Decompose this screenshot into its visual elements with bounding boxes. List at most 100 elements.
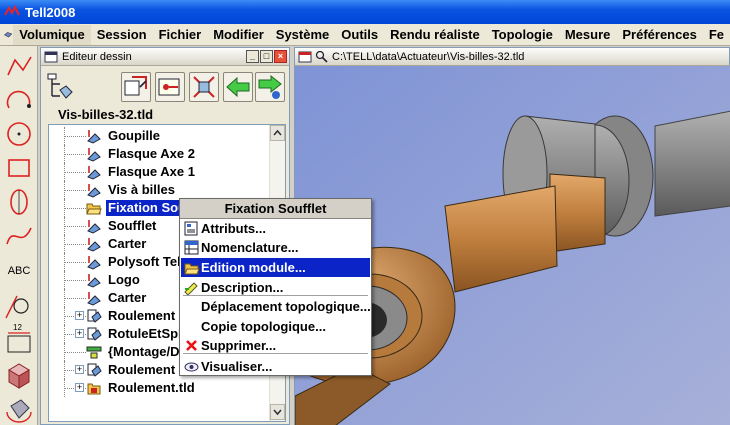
rectangle-icon[interactable] xyxy=(3,152,35,184)
menu-item-label: Copie topologique... xyxy=(201,319,326,334)
tree-line xyxy=(64,154,86,155)
tree-item-label-carter: Carter xyxy=(108,290,147,305)
tree-line xyxy=(64,244,86,245)
tree-item-label-polysoft-tel: Polysoft Tel xyxy=(108,254,181,269)
menu-item-copie-topologique[interactable]: Copie topologique... xyxy=(181,317,370,336)
menu-item-label: Edition module... xyxy=(201,260,306,275)
expand-toggle[interactable]: + xyxy=(75,383,84,392)
menu-item-attributs[interactable]: Attributs... xyxy=(181,219,370,238)
tree-line xyxy=(64,190,86,191)
tree-line xyxy=(64,226,86,227)
properties-button[interactable] xyxy=(155,72,185,102)
app-logo-icon xyxy=(4,5,20,16)
tree-line xyxy=(64,208,86,209)
tree-item-label-soufflet: Soufflet xyxy=(108,218,157,233)
part-icon xyxy=(86,272,102,288)
explode-button[interactable] xyxy=(189,72,219,102)
menu-item-visualiser[interactable]: Visualiser... xyxy=(181,357,370,376)
viewport-title: C:\TELL\data\Actuateur\Vis-billes-32.tld xyxy=(332,50,525,63)
part-icon xyxy=(86,254,102,270)
length-tool[interactable]: 12 xyxy=(3,323,35,356)
assembly-icon xyxy=(86,362,102,378)
expand-toggle[interactable]: + xyxy=(75,311,84,320)
menu-session[interactable]: Session xyxy=(91,25,153,45)
explode-icon xyxy=(193,76,215,98)
tree-item-label-logo: Logo xyxy=(108,272,140,287)
tree-item-label-roulement-tld: Roulement.tld xyxy=(108,380,195,395)
text-icon[interactable]: ABC xyxy=(3,256,35,288)
open-folder-icon xyxy=(86,200,102,216)
key-icon xyxy=(158,78,180,96)
ellipse-icon[interactable] xyxy=(3,186,35,218)
menu-topologie[interactable]: Topologie xyxy=(486,25,559,45)
dimension-icon[interactable] xyxy=(3,290,35,322)
editor-close-button[interactable]: × xyxy=(274,50,287,63)
spline-icon[interactable] xyxy=(3,220,35,252)
menu-modifier[interactable]: Modifier xyxy=(207,25,270,45)
app-titlebar[interactable]: Tell2008 xyxy=(0,0,730,24)
file-icon xyxy=(86,380,102,396)
scroll-down-button[interactable] xyxy=(270,404,285,420)
screen: Tell2008 Volumique Session Fichier Modif… xyxy=(0,0,730,425)
menu-bar: Volumique Session Fichier Modifier Systè… xyxy=(0,24,730,46)
menu-item-deplacement-topologique[interactable]: Déplacement topologique... xyxy=(181,297,371,316)
editor-titlebar[interactable]: Editeur dessin _ □ × xyxy=(41,48,289,66)
menu-item-edition-module[interactable]: Edition module... xyxy=(181,258,370,277)
tree-view-icon[interactable] xyxy=(46,72,76,102)
magnifier-icon xyxy=(315,50,328,63)
circle-icon[interactable] xyxy=(3,118,35,150)
menu-outils[interactable]: Outils xyxy=(335,25,384,45)
tree-item[interactable]: Goupille xyxy=(49,127,269,145)
menu-separator xyxy=(183,295,368,296)
tree-item[interactable]: Flasque Axe 1 xyxy=(49,163,269,181)
chevron-up-icon xyxy=(273,129,282,136)
menu-fichier[interactable]: Fichier xyxy=(153,25,208,45)
context-menu-title: Fixation Soufflet xyxy=(180,199,371,219)
tree-line xyxy=(64,262,86,263)
menu-volumique[interactable]: Volumique xyxy=(13,24,91,45)
tree-item-label-roulement: Roulement xyxy=(108,308,176,323)
scroll-up-button[interactable] xyxy=(270,125,285,141)
expand-toggle[interactable]: + xyxy=(75,365,84,374)
move-up-button[interactable] xyxy=(223,72,253,102)
menu-systeme[interactable]: Système xyxy=(270,25,335,45)
tree-item-label-goupille: Goupille xyxy=(108,128,160,143)
app-title: Tell2008 xyxy=(25,4,76,20)
menu-fenetre[interactable]: Fe xyxy=(703,25,730,45)
polyline-icon[interactable] xyxy=(3,50,35,82)
solid-rotate-icon[interactable] xyxy=(3,392,35,424)
editor-minimize-button[interactable]: _ xyxy=(246,50,259,63)
tree-item[interactable]: Vis à billes xyxy=(49,181,269,199)
tree-item[interactable]: + Roulement.tld xyxy=(49,379,269,397)
insert-part-icon xyxy=(124,76,147,96)
menu-separator xyxy=(183,353,368,354)
editor-title: Editeur dessin xyxy=(62,50,132,63)
viewport-titlebar[interactable]: C:\TELL\data\Actuateur\Vis-billes-32.tld xyxy=(295,48,729,66)
editor-maximize-button[interactable]: □ xyxy=(260,50,273,63)
menu-app-icon[interactable] xyxy=(3,27,13,43)
part-icon xyxy=(86,218,102,234)
arrow-left-icon xyxy=(226,76,250,98)
length-value: 12 xyxy=(13,323,22,332)
tree-item[interactable]: Flasque Axe 2 xyxy=(49,145,269,163)
menu-item-nomenclature[interactable]: Nomenclature... xyxy=(181,238,370,257)
delete-icon xyxy=(184,338,199,353)
left-toolbar: ABC 12 xyxy=(0,46,38,425)
tree-line xyxy=(64,136,86,137)
move-down-button[interactable] xyxy=(255,72,285,102)
solid-box-icon[interactable] xyxy=(3,358,35,390)
tree-line xyxy=(64,298,86,299)
menu-item-label: Nomenclature... xyxy=(201,240,299,255)
tree-line xyxy=(64,352,86,353)
tree-root-label[interactable]: Vis-billes-32.tld xyxy=(58,107,153,122)
arc-icon[interactable] xyxy=(3,84,35,116)
expand-toggle[interactable]: + xyxy=(75,329,84,338)
part-icon xyxy=(86,236,102,252)
menu-preferences[interactable]: Préférences xyxy=(616,25,702,45)
context-menu: Fixation Soufflet Attributs... Nomenclatu… xyxy=(179,198,372,376)
menu-rendu-realiste[interactable]: Rendu réaliste xyxy=(384,25,486,45)
assembly-icon xyxy=(86,308,102,324)
part-icon xyxy=(86,164,102,180)
menu-mesure[interactable]: Mesure xyxy=(559,25,617,45)
insert-part-button[interactable] xyxy=(121,72,151,102)
